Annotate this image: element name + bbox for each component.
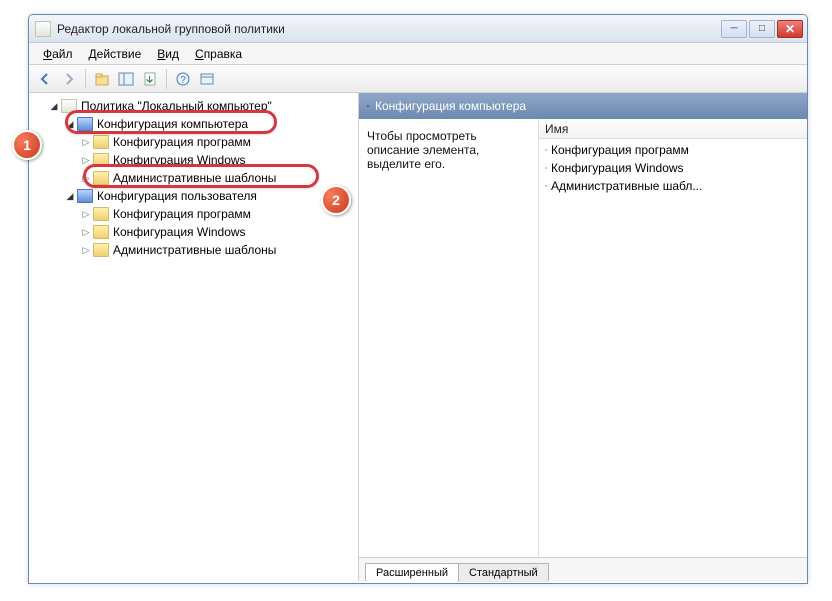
- policy-icon: [61, 99, 77, 113]
- tree-user-software-settings[interactable]: ▷ Конфигурация программ: [29, 205, 358, 223]
- computer-icon: [77, 189, 93, 203]
- tree-item-label: Конфигурация программ: [113, 207, 251, 221]
- expand-icon[interactable]: ▷: [81, 209, 91, 220]
- tree-user-windows-settings[interactable]: ▷ Конфигурация Windows: [29, 223, 358, 241]
- minimize-button[interactable]: ─: [721, 20, 747, 38]
- details-header: Конфигурация компьютера: [359, 93, 807, 119]
- back-button[interactable]: [35, 69, 55, 89]
- expand-icon[interactable]: ▷: [81, 155, 91, 166]
- tree-item-label: Административные шаблоны: [113, 243, 276, 257]
- help-button[interactable]: ?: [173, 69, 193, 89]
- list-item-label: Конфигурация Windows: [551, 161, 684, 175]
- maximize-button[interactable]: □: [749, 20, 775, 38]
- menu-file[interactable]: Файл: [35, 45, 81, 63]
- menu-view[interactable]: Вид: [149, 45, 187, 63]
- folder-icon: [93, 171, 109, 185]
- filter-button[interactable]: [197, 69, 217, 89]
- folder-icon: [93, 153, 109, 167]
- callout-2: 2: [321, 185, 351, 215]
- folder-icon: [93, 135, 109, 149]
- show-hide-tree-button[interactable]: [116, 69, 136, 89]
- column-header-name[interactable]: Имя: [539, 119, 807, 139]
- forward-button[interactable]: [59, 69, 79, 89]
- tree-item-label: Конфигурация Windows: [113, 225, 246, 239]
- tree-computer-config[interactable]: ◢ Конфигурация компьютера: [29, 115, 358, 133]
- export-list-button[interactable]: [140, 69, 160, 89]
- tree-item-label: Конфигурация Windows: [113, 153, 246, 167]
- tree-root-label: Политика "Локальный компьютер": [81, 99, 272, 113]
- list-item[interactable]: Конфигурация программ: [539, 141, 807, 159]
- tree-root[interactable]: ◢ Политика "Локальный компьютер": [29, 97, 358, 115]
- folder-icon: [93, 243, 109, 257]
- window-title: Редактор локальной групповой политики: [57, 22, 721, 36]
- folder-icon: [545, 167, 547, 169]
- expand-icon[interactable]: ◢: [65, 119, 75, 130]
- tree-windows-settings[interactable]: ▷ Конфигурация Windows: [29, 151, 358, 169]
- tree-item-label: Конфигурация программ: [113, 135, 251, 149]
- list-item-label: Административные шабл...: [551, 179, 702, 193]
- tree-panel[interactable]: ◢ Политика "Локальный компьютер" ◢ Конфи…: [29, 93, 359, 581]
- list-item-label: Конфигурация программ: [551, 143, 689, 157]
- details-header-title: Конфигурация компьютера: [375, 99, 526, 113]
- menu-action[interactable]: Действие: [81, 45, 150, 63]
- callout-1: 1: [12, 130, 42, 160]
- tree-user-admin-templates[interactable]: ▷ Административные шаблоны: [29, 241, 358, 259]
- folder-icon: [93, 225, 109, 239]
- gpedit-window: Редактор локальной групповой политики ─ …: [28, 14, 808, 584]
- menu-help[interactable]: Справка: [187, 45, 250, 63]
- folder-icon: [545, 149, 547, 151]
- computer-icon: [77, 117, 93, 131]
- expand-icon[interactable]: ▷: [81, 245, 91, 256]
- tree-software-settings[interactable]: ▷ Конфигурация программ: [29, 133, 358, 151]
- app-icon: [35, 21, 51, 37]
- close-button[interactable]: ✕: [777, 20, 803, 38]
- svg-text:?: ?: [180, 75, 186, 86]
- menubar: Файл Действие Вид Справка: [29, 43, 807, 65]
- expand-icon[interactable]: ◢: [65, 191, 75, 202]
- folder-icon: [545, 185, 547, 187]
- tree-item-label: Конфигурация компьютера: [97, 117, 248, 131]
- list-item[interactable]: Конфигурация Windows: [539, 159, 807, 177]
- toolbar: ?: [29, 65, 807, 93]
- toolbar-separator: [166, 69, 167, 89]
- expand-icon[interactable]: ▷: [81, 173, 91, 184]
- up-button[interactable]: [92, 69, 112, 89]
- items-list[interactable]: Имя Конфигурация программ Конфигурация W…: [539, 119, 807, 557]
- tree-admin-templates[interactable]: ▷ Административные шаблоны: [29, 169, 358, 187]
- description-pane: Чтобы просмотреть описание элемента, выд…: [359, 119, 539, 557]
- folder-icon: [93, 207, 109, 221]
- tree-item-label: Административные шаблоны: [113, 171, 276, 185]
- details-panel: Конфигурация компьютера Чтобы просмотрет…: [359, 93, 807, 581]
- content-area: ◢ Политика "Локальный компьютер" ◢ Конфи…: [29, 93, 807, 581]
- tree-user-config[interactable]: ◢ Конфигурация пользователя: [29, 187, 358, 205]
- list-item[interactable]: Административные шабл...: [539, 177, 807, 195]
- tree-item-label: Конфигурация пользователя: [97, 189, 257, 203]
- tab-extended[interactable]: Расширенный: [365, 563, 459, 582]
- column-header-label: Имя: [545, 122, 568, 136]
- detail-tabs: Расширенный Стандартный: [359, 557, 807, 581]
- expand-icon[interactable]: ▷: [81, 137, 91, 148]
- tab-standard[interactable]: Стандартный: [458, 563, 549, 582]
- computer-icon: [367, 105, 369, 107]
- description-text: Чтобы просмотреть описание элемента, выд…: [367, 129, 479, 171]
- toolbar-separator: [85, 69, 86, 89]
- titlebar[interactable]: Редактор локальной групповой политики ─ …: [29, 15, 807, 43]
- expand-icon[interactable]: ◢: [49, 101, 59, 112]
- expand-icon[interactable]: ▷: [81, 227, 91, 238]
